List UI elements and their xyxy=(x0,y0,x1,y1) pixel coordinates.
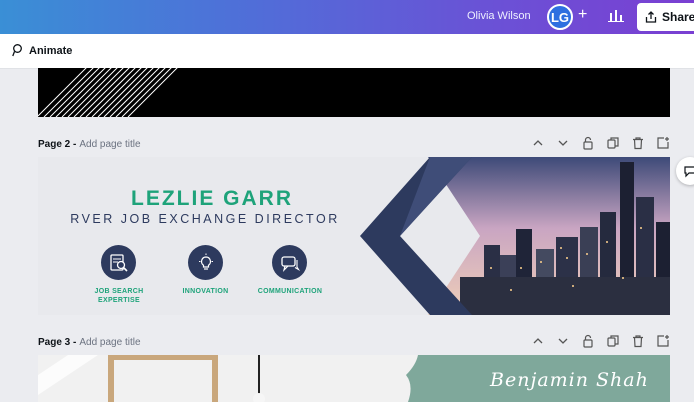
move-down-icon[interactable] xyxy=(556,136,570,150)
share-icon xyxy=(645,11,657,23)
share-button[interactable]: Share xyxy=(637,3,694,31)
script-name: Benjamin Shah xyxy=(490,369,649,391)
top-bar: Olivia Wilson LG + Share xyxy=(0,0,694,34)
avatar[interactable]: LG xyxy=(547,4,573,30)
page-2-add-title[interactable]: Add page title xyxy=(79,139,140,150)
add-page-icon[interactable] xyxy=(656,136,670,150)
page-2-header: Page 2 - Add page title xyxy=(38,134,670,154)
banner-name: LEZLIE GARR xyxy=(131,187,293,210)
banner-role: RVER JOB EXCHANGE DIRECTOR xyxy=(70,212,340,226)
diagonal-stripes-graphic xyxy=(38,68,214,117)
editor-toolbar: Animate xyxy=(0,34,694,69)
comment-icon xyxy=(684,166,694,178)
animate-icon xyxy=(12,44,22,57)
page-1-canvas[interactable] xyxy=(38,68,670,117)
page-3-canvas[interactable]: Benjamin Shah xyxy=(38,355,670,402)
add-collaborator-icon[interactable]: + xyxy=(578,6,587,24)
page-2-canvas[interactable]: LEZLIE GARR RVER JOB EXCHANGE DIRECTOR J… xyxy=(38,157,670,315)
page-3-label: Page 3 - xyxy=(38,336,77,348)
city-skyline-graphic xyxy=(360,157,670,315)
move-down-icon[interactable] xyxy=(556,334,570,348)
move-up-icon[interactable] xyxy=(531,136,545,150)
lock-icon[interactable] xyxy=(581,136,595,150)
delete-icon[interactable] xyxy=(631,136,645,150)
page-3-add-title[interactable]: Add page title xyxy=(79,337,140,348)
lock-icon[interactable] xyxy=(581,334,595,348)
chat-icon xyxy=(272,245,307,280)
lightbulb-icon xyxy=(188,245,223,280)
delete-icon[interactable] xyxy=(631,334,645,348)
duplicate-icon[interactable] xyxy=(606,136,620,150)
page-2-label: Page 2 - xyxy=(38,138,77,150)
skill-label-communication: COMMUNICATION xyxy=(257,288,323,295)
skill-label-job-search: JOB SEARCH EXPERTISE xyxy=(94,288,144,304)
share-label: Share xyxy=(662,10,694,24)
animate-button[interactable]: Animate xyxy=(12,44,72,57)
move-up-icon[interactable] xyxy=(531,334,545,348)
page-3-header: Page 3 - Add page title xyxy=(38,332,670,352)
job-search-icon xyxy=(101,245,136,280)
user-name: Olivia Wilson xyxy=(467,10,531,22)
duplicate-icon[interactable] xyxy=(606,334,620,348)
add-page-icon[interactable] xyxy=(656,334,670,348)
skill-label-innovation: INNOVATION xyxy=(182,288,229,295)
comment-button[interactable] xyxy=(676,157,694,185)
animate-label: Animate xyxy=(29,44,73,57)
insights-icon[interactable] xyxy=(608,8,624,22)
